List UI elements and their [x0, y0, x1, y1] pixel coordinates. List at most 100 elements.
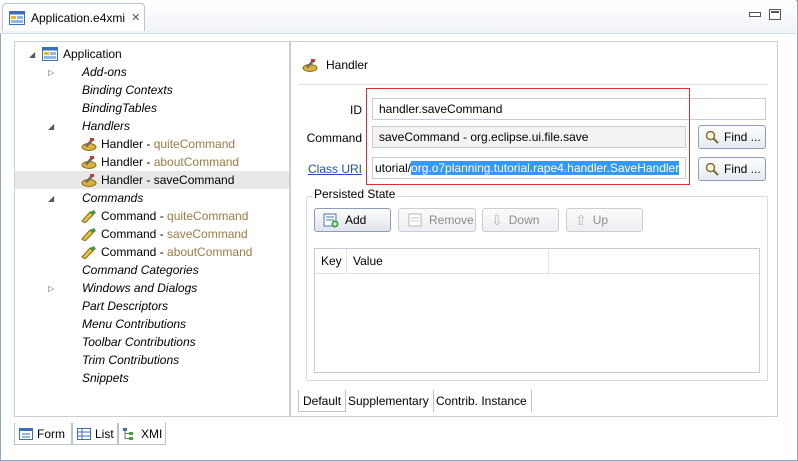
form-icon: [19, 427, 33, 440]
tree-item-handler-quite[interactable]: Handler - quiteCommand: [15, 135, 289, 153]
handler-icon: [81, 174, 97, 187]
handler-icon: [81, 138, 97, 151]
find-command-button[interactable]: Find ...: [698, 125, 766, 149]
search-icon: [705, 130, 719, 144]
arrow-up-icon: ⇧: [575, 211, 587, 228]
tree-item-command-categories[interactable]: Command Categories: [15, 261, 289, 279]
tree-item-label: Part Descriptors: [82, 299, 169, 313]
find-class-button[interactable]: Find ...: [698, 157, 766, 181]
class-uri-link[interactable]: Class URI: [306, 162, 362, 176]
tree-item-binding-contexts[interactable]: Binding Contexts: [15, 81, 289, 99]
expanded-twisty-icon[interactable]: ◢: [29, 50, 38, 59]
class-uri-selected-text: org.o7planning.tutorial.rape4.handler.Sa…: [411, 161, 680, 175]
command-prefix: Command: [101, 209, 157, 223]
command-icon: [81, 228, 96, 241]
tree-item-trim-contributions[interactable]: Trim Contributions: [15, 351, 289, 369]
tree-item-command-quite[interactable]: Command - quiteCommand: [15, 207, 289, 225]
detail-header: Handler: [302, 56, 368, 74]
column-header-key[interactable]: Key: [315, 249, 347, 273]
add-button[interactable]: Add: [314, 208, 391, 232]
header-divider: [298, 84, 768, 85]
tree-item-command-about[interactable]: Command - aboutCommand: [15, 243, 289, 261]
tree-item-part-descriptors[interactable]: Part Descriptors: [15, 297, 289, 315]
xmi-tree-icon: [123, 427, 133, 440]
down-label: Down: [508, 213, 540, 227]
tab-contrib-instance[interactable]: Contrib. Instance: [432, 390, 532, 412]
tree-item-handlers[interactable]: ◢ Handlers: [15, 117, 289, 135]
command-icon: [81, 210, 96, 223]
handler-name: aboutCommand: [153, 155, 240, 169]
tree-item-label: Toolbar Contributions: [82, 335, 196, 349]
down-button[interactable]: ⇩ Down: [482, 208, 559, 232]
handler-icon: [81, 156, 97, 169]
column-header-value[interactable]: Value: [347, 249, 549, 273]
tree-item-application[interactable]: ◢ Application: [15, 45, 289, 63]
tree-item-label: Binding Contexts: [82, 83, 173, 97]
tree-item-snippets[interactable]: Snippets: [15, 369, 289, 387]
editor-tab-application[interactable]: Application.e4xmi ✕: [2, 3, 145, 31]
id-field[interactable]: handler.saveCommand: [372, 98, 766, 120]
view-tab-label: List: [95, 426, 114, 441]
maximize-icon[interactable]: [769, 9, 781, 20]
model-tree[interactable]: ◢ Application ▷ Add-ons Binding Contexts…: [14, 41, 290, 417]
tree-item-label: Menu Contributions: [82, 317, 187, 331]
command-sep: -: [156, 245, 168, 259]
tree-item-commands[interactable]: ◢ Commands: [15, 189, 289, 207]
command-prefix: Command: [101, 245, 157, 259]
view-tab-label: XMI: [141, 426, 163, 441]
tree-item-toolbar-contributions[interactable]: Toolbar Contributions: [15, 333, 289, 351]
handler-icon: [302, 59, 318, 72]
view-tab-xmi[interactable]: XMI: [118, 423, 166, 445]
add-icon: [323, 213, 339, 228]
editor-tab-strip: Application.e4xmi ✕: [0, 0, 796, 34]
command-name: saveCommand: [167, 227, 248, 241]
command-name: quiteCommand: [167, 209, 249, 223]
tree-item-binding-tables[interactable]: BindingTables: [15, 99, 289, 117]
remove-button[interactable]: Remove: [398, 208, 476, 232]
tab-supplementary[interactable]: Supplementary: [344, 390, 434, 412]
handler-prefix: Handler: [101, 173, 144, 187]
tree-item-label: Commands: [82, 191, 144, 205]
handler-sep: -: [143, 155, 154, 169]
arrow-down-icon: ⇩: [491, 211, 503, 228]
persisted-state-table[interactable]: Key Value: [314, 248, 760, 373]
tree-item-command-save[interactable]: Command - saveCommand: [15, 225, 289, 243]
table-header-divider: [315, 273, 759, 274]
command-prefix: Command: [101, 227, 157, 241]
search-icon: [705, 162, 719, 176]
tree-item-handler-about[interactable]: Handler - aboutCommand: [15, 153, 289, 171]
minimize-icon[interactable]: [749, 12, 761, 17]
view-tab-list[interactable]: List: [72, 423, 118, 445]
up-button[interactable]: ⇧ Up: [566, 208, 643, 232]
tree-item-handler-save[interactable]: Handler - saveCommand: [15, 171, 289, 189]
tree-item-menu-contributions[interactable]: Menu Contributions: [15, 315, 289, 333]
id-label: ID: [350, 103, 362, 117]
view-tab-form[interactable]: Form: [14, 423, 72, 445]
collapsed-twisty-icon[interactable]: ▷: [48, 284, 57, 293]
tree-item-label: Trim Contributions: [82, 353, 180, 367]
handler-sep: -: [143, 137, 154, 151]
handler-name: quiteCommand: [153, 137, 236, 151]
close-icon[interactable]: ✕: [131, 11, 140, 24]
expanded-twisty-icon[interactable]: ◢: [48, 194, 57, 203]
command-name: aboutCommand: [167, 245, 253, 259]
tree-item-addons[interactable]: ▷ Add-ons: [15, 63, 289, 81]
detail-title: Handler: [326, 58, 369, 72]
class-uri-prefix: utorial/: [375, 161, 412, 175]
view-tab-label: Form: [37, 426, 65, 441]
tab-default[interactable]: Default: [298, 390, 347, 412]
collapsed-twisty-icon[interactable]: ▷: [48, 68, 57, 77]
remove-label: Remove: [429, 213, 474, 227]
handler-name: saveCommand: [153, 173, 235, 187]
up-label: Up: [592, 213, 609, 227]
class-uri-field[interactable]: utorial/org.o7planning.tutorial.rape4.ha…: [372, 157, 686, 179]
handler-prefix: Handler: [101, 137, 144, 151]
tree-item-windows-dialogs[interactable]: ▷ Windows and Dialogs: [15, 279, 289, 297]
remove-icon: [408, 213, 422, 227]
expanded-twisty-icon[interactable]: ◢: [48, 122, 57, 131]
handler-sep: -: [143, 173, 154, 187]
command-sep: -: [156, 209, 168, 223]
e4xmi-file-icon: [9, 10, 25, 25]
command-field: saveCommand - org.eclipse.ui.file.save: [372, 126, 686, 148]
tree-item-label: Command Categories: [82, 263, 199, 277]
